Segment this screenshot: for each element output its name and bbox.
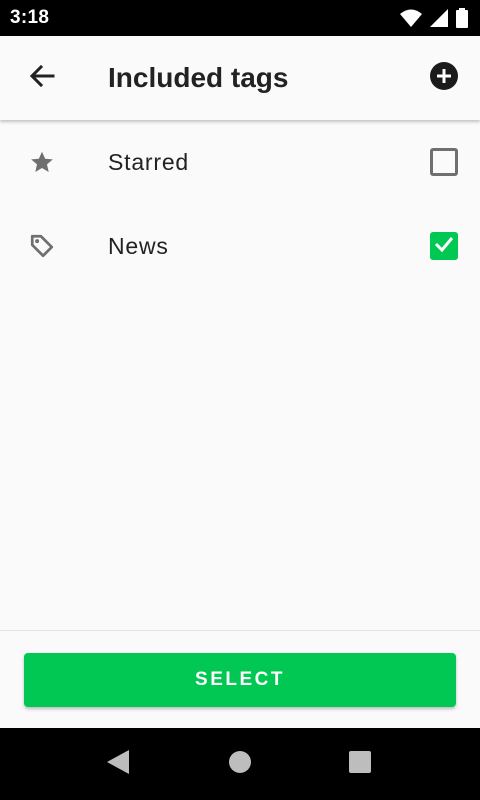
status-time: 3:18 [10, 7, 50, 28]
triangle-back-icon [107, 749, 129, 779]
arrow-back-icon [29, 64, 55, 93]
list-item-starred[interactable]: Starred [0, 120, 480, 204]
nav-back-button[interactable] [106, 749, 130, 779]
cell-signal-icon [430, 9, 448, 27]
tag-label: Starred [108, 149, 190, 175]
nav-recents-button[interactable] [348, 750, 372, 779]
battery-icon [456, 8, 468, 28]
status-icons [400, 8, 468, 28]
select-button[interactable]: SELECT [24, 653, 456, 707]
tag-label: News [108, 233, 169, 259]
square-recents-icon [348, 750, 372, 779]
tag-list: Starred News [0, 120, 480, 288]
check-icon [433, 233, 455, 260]
tag-icon [28, 232, 56, 260]
page-title: Included tags [108, 62, 289, 93]
back-button[interactable] [22, 58, 62, 98]
add-circle-icon [429, 61, 459, 96]
bottom-action-area: SELECT [0, 630, 480, 728]
tag-checkbox-checked[interactable] [430, 232, 458, 260]
wifi-icon [400, 9, 422, 27]
star-icon [28, 148, 56, 176]
navigation-bar [0, 728, 480, 800]
add-tag-button[interactable] [424, 58, 464, 98]
list-item-news[interactable]: News [0, 204, 480, 288]
status-bar: 3:18 [0, 0, 480, 36]
nav-home-button[interactable] [228, 750, 252, 779]
app-bar: Included tags [0, 36, 480, 120]
circle-home-icon [228, 750, 252, 779]
tag-checkbox-unchecked[interactable] [430, 148, 458, 176]
